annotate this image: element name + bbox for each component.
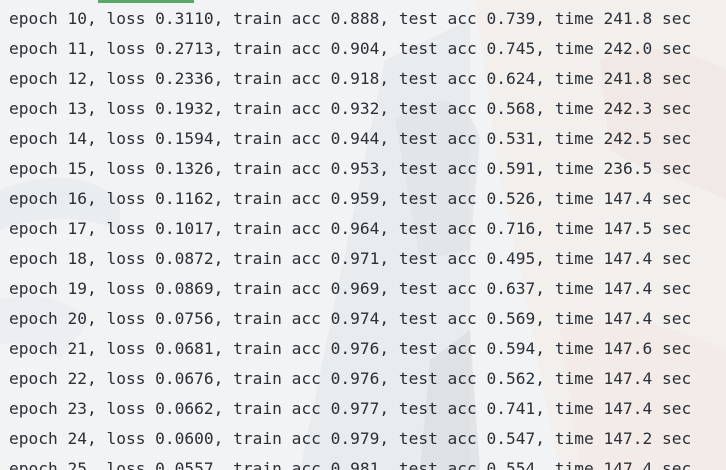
log-line: epoch 18, loss 0.0872, train acc 0.971, …	[9, 249, 692, 268]
log-line: epoch 14, loss 0.1594, train acc 0.944, …	[9, 129, 692, 148]
log-line: epoch 21, loss 0.0681, train acc 0.976, …	[9, 339, 692, 358]
log-line: epoch 15, loss 0.1326, train acc 0.953, …	[9, 159, 692, 178]
log-lines: epoch 10, loss 0.3110, train acc 0.888, …	[9, 4, 691, 470]
log-line: epoch 20, loss 0.0756, train acc 0.974, …	[9, 309, 692, 328]
log-line: epoch 13, loss 0.1932, train acc 0.932, …	[9, 99, 692, 118]
log-line: epoch 25, loss 0.0557, train acc 0.981, …	[9, 459, 692, 470]
log-line: epoch 19, loss 0.0869, train acc 0.969, …	[9, 279, 692, 298]
log-line: epoch 16, loss 0.1162, train acc 0.959, …	[9, 189, 692, 208]
log-line: epoch 23, loss 0.0662, train acc 0.977, …	[9, 399, 692, 418]
log-line: epoch 17, loss 0.1017, train acc 0.964, …	[9, 219, 692, 238]
log-line: epoch 10, loss 0.3110, train acc 0.888, …	[9, 9, 692, 28]
log-line: epoch 24, loss 0.0600, train acc 0.979, …	[9, 429, 692, 448]
progress-indicator	[98, 0, 194, 3]
console-output[interactable]: epoch 10, loss 0.3110, train acc 0.888, …	[0, 0, 726, 470]
log-line: epoch 12, loss 0.2336, train acc 0.918, …	[9, 69, 692, 88]
log-line: epoch 22, loss 0.0676, train acc 0.976, …	[9, 369, 692, 388]
log-line: epoch 11, loss 0.2713, train acc 0.904, …	[9, 39, 692, 58]
